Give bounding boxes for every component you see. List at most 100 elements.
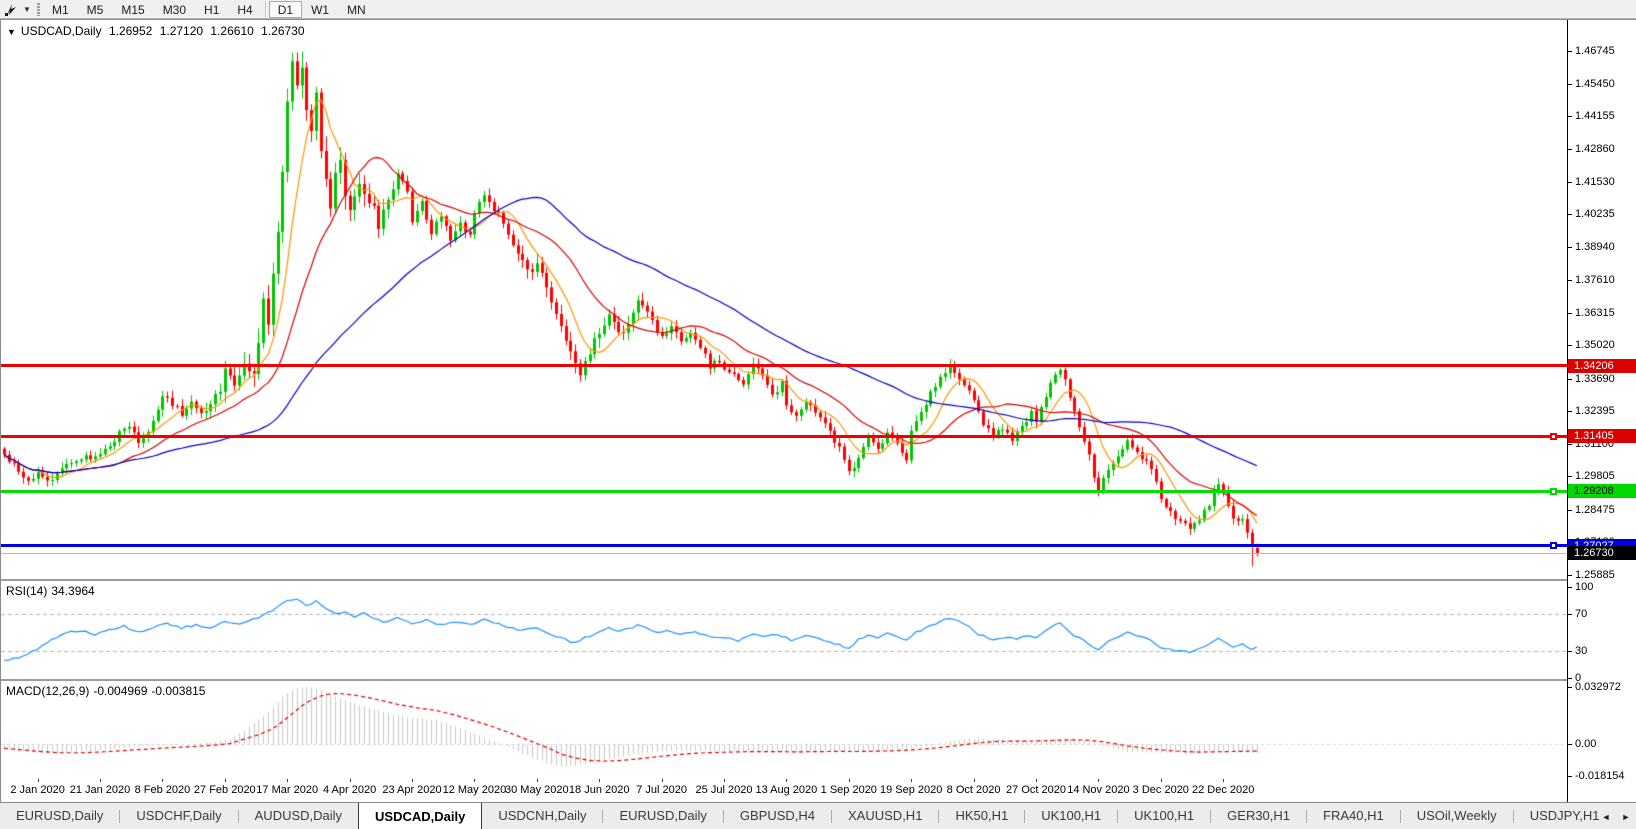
ohlc-open: 1.26952 [109,24,152,38]
collapse-triangle-icon[interactable]: ▼ [7,27,16,37]
tab-usdchf-daily[interactable]: USDCHF,Daily [120,803,237,829]
date-label: 27 Oct 2020 [1006,784,1066,796]
date-label: 18 Jun 2020 [569,784,630,796]
price-level-badge: 1.26730 [1568,546,1636,560]
price-tick-label: 1.41530 [1575,176,1615,188]
line-handle[interactable] [1550,433,1557,440]
time-tick-mark [1098,779,1099,782]
date-label: 22 Dec 2020 [1192,784,1254,796]
chart-plot-region: ▼USDCAD,Daily 1.26952 1.27120 1.26610 1.… [1,20,1567,803]
horizontal-level-line[interactable] [1,364,1567,367]
horizontal-level-line[interactable] [1,553,1567,554]
time-tick-mark [662,779,663,782]
date-label: 25 Jul 2020 [696,784,753,796]
price-axis[interactable]: 1.342061.314051.292081.270271.267301.467… [1567,20,1636,803]
price-tick-label: 1.37610 [1575,274,1615,286]
price-tick-label: 1.44155 [1575,110,1615,122]
tab-eurusd-daily[interactable]: EURUSD,Daily [0,803,119,829]
time-tick-mark [724,779,725,782]
time-tick-mark [786,779,787,782]
timeframe-button-mn[interactable]: MN [338,1,375,18]
timeframe-button-d1[interactable]: D1 [269,1,302,18]
timeframe-button-h1[interactable]: H1 [195,1,228,18]
rsi-label: RSI(14) 34.3964 [6,584,99,598]
axis-tick-mark [1568,84,1572,85]
timeframe-toolbar: ▼ M1M5M15M30H1H4 D1W1MN [0,0,1636,19]
axis-tick-mark [1568,510,1572,511]
axis-tick-mark [1568,149,1572,150]
date-label: 23 Apr 2020 [382,784,441,796]
price-tick-label: 1.32395 [1575,405,1615,417]
line-handle[interactable] [1550,488,1557,495]
tab-eurusd-daily[interactable]: EURUSD,Daily [603,803,722,829]
axis-tick-mark [1568,411,1572,412]
macd-name: MACD(12,26,9) [6,684,89,698]
price-tick-label: 1.45450 [1575,78,1615,90]
tab-uk100-h1[interactable]: UK100,H1 [1118,803,1210,829]
tab-usoil-weekly[interactable]: USOil,Weekly [1401,803,1513,829]
horizontal-level-line[interactable] [1,544,1567,547]
macd-panel: MACD(12,26,9)-0.004969-0.003815 [1,681,1567,779]
candlestick-chart-canvas[interactable] [1,20,1567,579]
date-label: 13 Aug 2020 [755,784,817,796]
lightning-cursor-icon [4,3,17,16]
crosshair-pointer-icon[interactable] [0,1,20,18]
horizontal-level-line[interactable] [1,490,1567,493]
axis-tick-mark [1568,444,1572,445]
price-tick-label: 1.46745 [1575,45,1615,57]
price-tick-label: 1.35020 [1575,339,1615,351]
tab-hk50-h1[interactable]: HK50,H1 [939,803,1024,829]
tab-xauusd-h1[interactable]: XAUUSD,H1 [832,803,938,829]
chart-window: ▼USDCAD,Daily 1.26952 1.27120 1.26610 1.… [0,19,1636,802]
toolbar-separator [265,2,266,17]
axis-tick-mark [1568,575,1572,576]
ohlc-close: 1.26730 [261,24,304,38]
date-label: 8 Oct 2020 [947,784,1001,796]
rsi-chart-canvas[interactable] [1,581,1567,679]
timeframe-button-m15[interactable]: M15 [112,1,153,18]
macd-tick-label: 0.032972 [1575,681,1621,693]
horizontal-level-line[interactable] [1,435,1567,438]
axis-tick-mark [1568,476,1572,477]
date-label: 30 May 2020 [505,784,569,796]
time-tick-mark [162,779,163,782]
axis-tick-mark [1568,614,1572,615]
timeframe-button-m5[interactable]: M5 [78,1,113,18]
tab-gbpusd-h4[interactable]: GBPUSD,H4 [724,803,831,829]
timeframe-button-h4[interactable]: H4 [228,1,261,18]
tab-uk100-h1[interactable]: UK100,H1 [1025,803,1117,829]
rsi-tick-label: 70 [1575,608,1587,620]
axis-tick-mark [1568,379,1572,380]
rsi-value: 34.3964 [51,584,94,598]
axis-tick-mark [1568,280,1572,281]
time-tick-mark [287,779,288,782]
timeframe-button-w1[interactable]: W1 [302,1,338,18]
date-label: 21 Jan 2020 [70,784,131,796]
time-tick-mark [849,779,850,782]
tab-usdcnh-daily[interactable]: USDCNH,Daily [482,803,602,829]
tab-ger30-h1[interactable]: GER30,H1 [1211,803,1306,829]
tab-usdjpy-h1[interactable]: USDJPY,H1 [1514,803,1600,829]
axis-tick-mark [1568,51,1572,52]
chart-symbol-label: USDCAD,Daily [21,24,102,38]
time-tick-mark [38,779,39,782]
price-level-badge: 1.34206 [1568,359,1636,373]
time-tick-mark [1161,779,1162,782]
time-axis[interactable]: 2 Jan 202021 Jan 20208 Feb 202027 Feb 20… [1,779,1567,803]
macd-chart-canvas[interactable] [1,681,1567,779]
chevron-down-icon[interactable]: ▼ [20,5,34,14]
rsi-name: RSI(14) [6,584,47,598]
tab-usdcad-daily[interactable]: USDCAD,Daily [358,803,482,829]
price-tick-label: 1.36315 [1575,307,1615,319]
line-handle[interactable] [1550,542,1557,549]
tab-audusd-daily[interactable]: AUDUSD,Daily [239,803,358,829]
tabs-scroll-right-icon[interactable]: ► [1620,812,1632,822]
timeframe-button-m30[interactable]: M30 [154,1,195,18]
time-tick-mark [412,779,413,782]
timeframe-button-m1[interactable]: M1 [43,1,78,18]
tabs-scroll-left-icon[interactable]: ◄ [1600,812,1612,822]
toolbar-grip-handle[interactable] [37,2,40,16]
tab-fra40-h1[interactable]: FRA40,H1 [1307,803,1400,829]
axis-tick-mark [1568,651,1572,652]
ohlc-low: 1.26610 [210,24,253,38]
